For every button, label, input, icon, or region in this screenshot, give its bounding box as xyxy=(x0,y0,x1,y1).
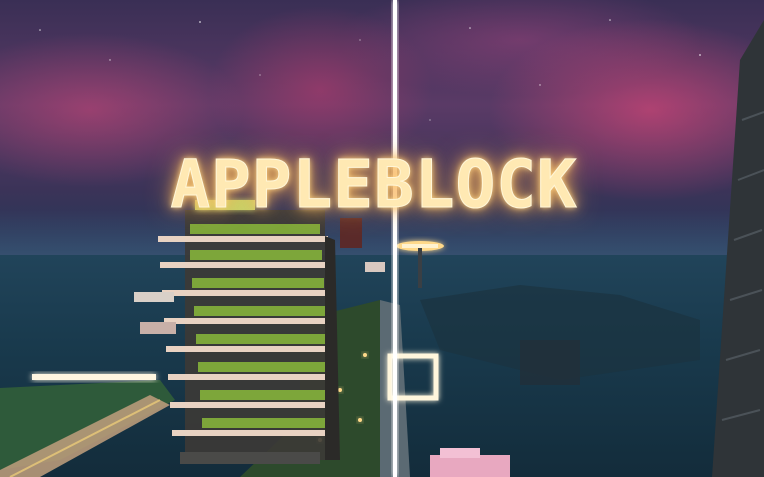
right-pillar xyxy=(712,20,764,477)
vertical-light-beam xyxy=(393,0,397,477)
game-viewport[interactable]: APPLEBLOCK xyxy=(0,0,764,477)
world-geometry xyxy=(0,0,764,477)
stars xyxy=(39,19,701,121)
left-platform xyxy=(0,374,175,477)
appleblock-glowstone-sign: APPLEBLOCK xyxy=(170,146,578,223)
apple-farm-tower xyxy=(158,200,340,464)
distant-islands xyxy=(420,285,700,477)
lit-floating-platform xyxy=(396,241,444,288)
